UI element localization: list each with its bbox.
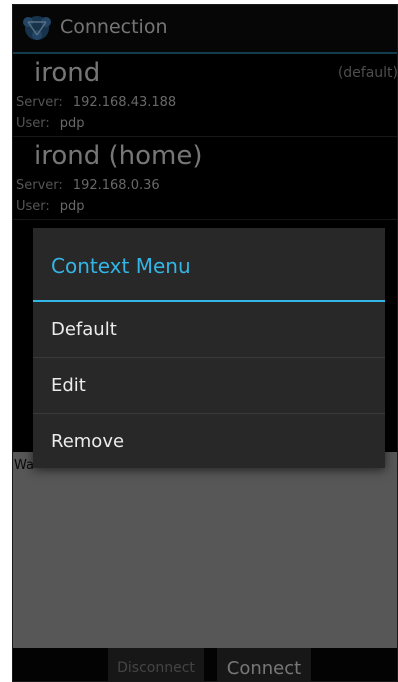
phone-screen: Connection irond (default) Server: 192.16… [12, 4, 398, 682]
menu-item-label: Edit [51, 375, 86, 396]
menu-item-edit[interactable]: Edit [33, 358, 385, 414]
menu-item-label: Remove [51, 431, 125, 452]
menu-item-default[interactable]: Default [33, 302, 385, 358]
menu-item-remove[interactable]: Remove [33, 414, 385, 469]
context-menu-dialog: Context Menu Default Edit Remove [33, 228, 385, 468]
menu-item-label: Default [51, 319, 117, 340]
context-menu-title: Context Menu [51, 254, 191, 278]
